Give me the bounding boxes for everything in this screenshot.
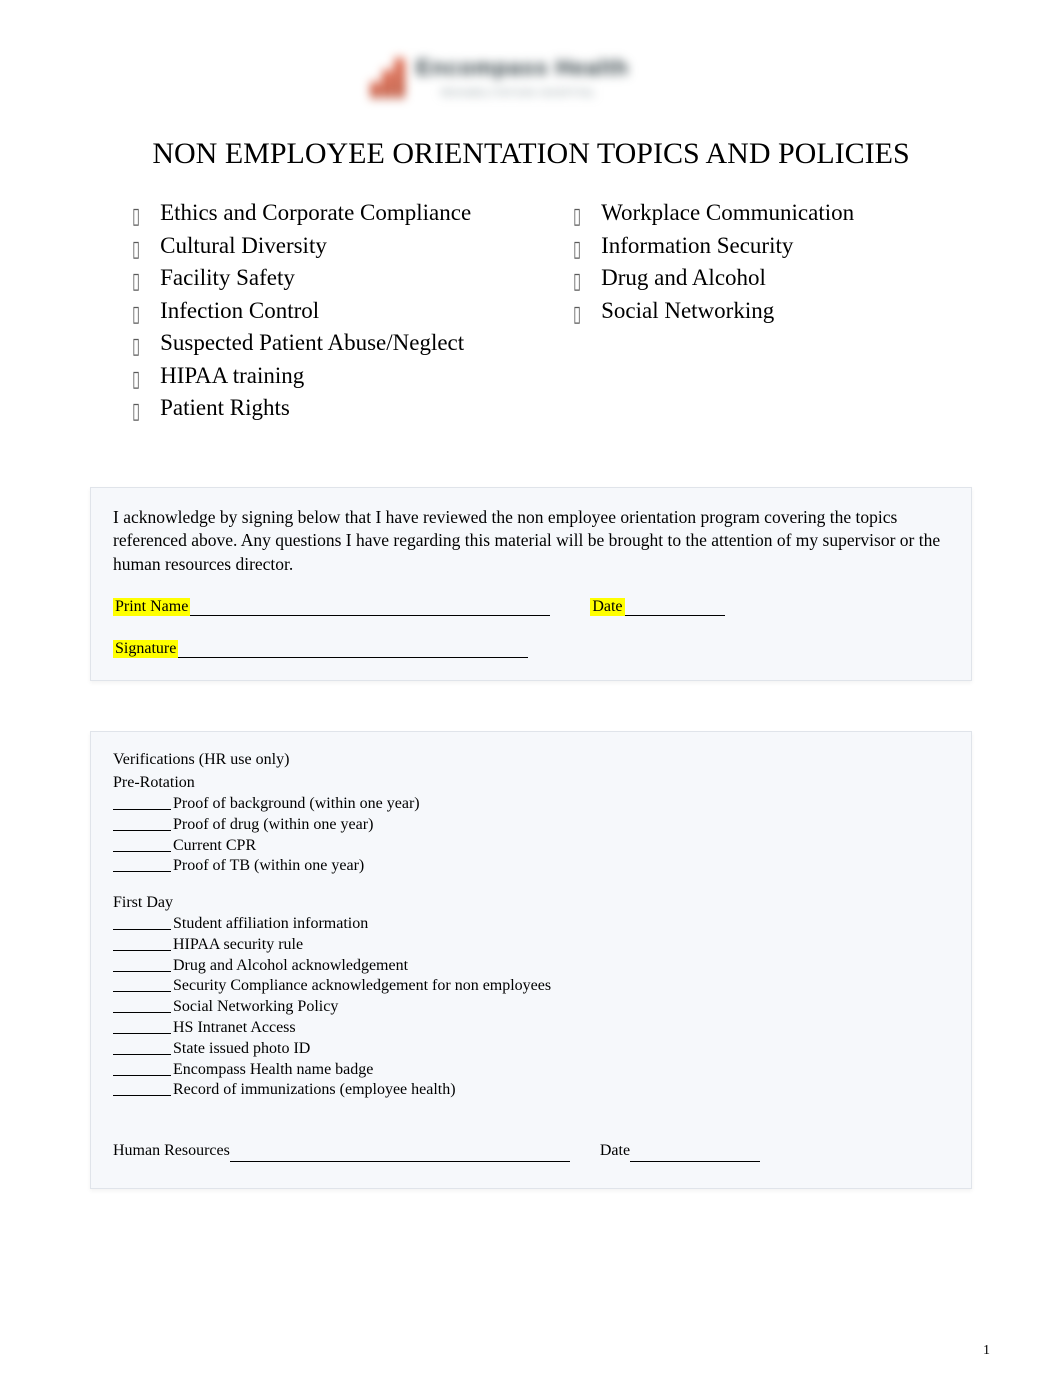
signature-field[interactable]: Signature — [113, 640, 949, 658]
topic-label: Ethics and Corporate Compliance — [160, 199, 471, 228]
verif-item-label: Proof of drug (within one year) — [173, 815, 373, 836]
topic-label: Suspected Patient Abuse/Neglect — [160, 329, 464, 358]
topic-label: HIPAA training — [160, 362, 304, 391]
topic-item: ▯ Information Security — [571, 232, 972, 263]
topic-label: Workplace Communication — [601, 199, 854, 228]
first-day-heading: First Day — [113, 893, 949, 914]
hr-date-label: Date — [600, 1141, 630, 1162]
topic-label: Infection Control — [160, 297, 319, 326]
signature-label: Signature — [113, 640, 178, 658]
verif-item[interactable]: HIPAA security rule — [113, 935, 949, 956]
verif-item-label: Proof of background (within one year) — [173, 794, 420, 815]
verif-item[interactable]: Social Networking Policy — [113, 997, 949, 1018]
hr-label: Human Resources — [113, 1141, 230, 1162]
topic-label: Information Security — [601, 232, 793, 261]
topic-item: ▯ Workplace Communication — [571, 199, 972, 230]
logo-brand-subtext: REHABILITATION HOSPITAL — [441, 88, 596, 99]
verif-item-label: Record of immunizations (employee health… — [173, 1080, 456, 1101]
topics-left-column: ▯ Ethics and Corporate Compliance ▯ Cultur… — [130, 199, 531, 427]
bullet-icon: ▯ — [573, 267, 581, 295]
topic-item: ▯ Ethics and Corporate Compliance — [130, 199, 531, 230]
print-name-date-row: Print Name Date — [113, 598, 949, 616]
logo-mark-icon — [371, 58, 407, 98]
logo-area: Encompass Health REHABILITATION HOSPITAL — [90, 40, 972, 127]
page-title: NON EMPLOYEE ORIENTATION TOPICS AND POLI… — [90, 137, 972, 171]
verif-item[interactable]: Proof of TB (within one year) — [113, 856, 949, 877]
verif-item-label: Security Compliance acknowledgement for … — [173, 976, 551, 997]
bullet-icon: ▯ — [573, 300, 581, 328]
logo-brand-name: Encompass Health — [416, 55, 629, 81]
print-name-label: Print Name — [113, 598, 190, 616]
topic-item: ▯ Drug and Alcohol — [571, 264, 972, 295]
verif-item-label: HIPAA security rule — [173, 935, 303, 956]
acknowledgement-text: I acknowledge by signing below that I ha… — [113, 506, 949, 577]
verifications-box: Verifications (HR use only) Pre-Rotation… — [90, 731, 972, 1189]
topic-label: Drug and Alcohol — [601, 264, 766, 293]
verif-item[interactable]: Encompass Health name badge — [113, 1060, 949, 1081]
verifications-heading: Verifications (HR use only) — [113, 750, 949, 771]
bullet-icon: ▯ — [573, 235, 581, 263]
verif-item-label: Encompass Health name badge — [173, 1060, 373, 1081]
verif-item-label: State issued photo ID — [173, 1039, 310, 1060]
hr-signature-row: Human Resources Date — [113, 1141, 949, 1162]
bullet-icon: ▯ — [132, 397, 140, 425]
topic-item: ▯ Cultural Diversity — [130, 232, 531, 263]
verif-item-label: HS Intranet Access — [173, 1018, 296, 1039]
verif-item[interactable]: Proof of background (within one year) — [113, 794, 949, 815]
bullet-icon: ▯ — [573, 202, 581, 230]
ack-date-label: Date — [590, 598, 624, 616]
print-name-field[interactable]: Print Name — [113, 598, 550, 616]
topic-label: Social Networking — [601, 297, 774, 326]
ack-date-field[interactable]: Date — [590, 598, 724, 616]
verif-item-label: Proof of TB (within one year) — [173, 856, 364, 877]
pre-rotation-heading: Pre-Rotation — [113, 773, 949, 794]
verif-item[interactable]: Record of immunizations (employee health… — [113, 1080, 949, 1101]
verif-item-label: Social Networking Policy — [173, 997, 338, 1018]
topics-right-column: ▯ Workplace Communication ▯ Information Se… — [571, 199, 972, 427]
page-number: 1 — [983, 1343, 990, 1359]
topic-item: ▯ Infection Control — [130, 297, 531, 328]
bullet-icon: ▯ — [132, 300, 140, 328]
topic-label: Facility Safety — [160, 264, 295, 293]
bullet-icon: ▯ — [132, 267, 140, 295]
verif-item[interactable]: Drug and Alcohol acknowledgement — [113, 956, 949, 977]
topic-item: ▯ HIPAA training — [130, 362, 531, 393]
topic-label: Patient Rights — [160, 394, 290, 423]
hr-signature-field[interactable]: Human Resources — [113, 1141, 570, 1162]
verif-item[interactable]: Security Compliance acknowledgement for … — [113, 976, 949, 997]
topic-item: ▯ Facility Safety — [130, 264, 531, 295]
bullet-icon: ▯ — [132, 202, 140, 230]
bullet-icon: ▯ — [132, 235, 140, 263]
topic-item: ▯ Suspected Patient Abuse/Neglect — [130, 329, 531, 360]
topics-columns: ▯ Ethics and Corporate Compliance ▯ Cultur… — [130, 199, 972, 427]
topic-item: ▯ Patient Rights — [130, 394, 531, 425]
verif-item-label: Drug and Alcohol acknowledgement — [173, 956, 408, 977]
company-logo: Encompass Health REHABILITATION HOSPITAL — [351, 40, 711, 122]
verif-item[interactable]: Student affiliation information — [113, 914, 949, 935]
verif-item[interactable]: State issued photo ID — [113, 1039, 949, 1060]
hr-date-field[interactable]: Date — [600, 1141, 760, 1162]
verif-item[interactable]: HS Intranet Access — [113, 1018, 949, 1039]
acknowledgement-box: I acknowledge by signing below that I ha… — [90, 487, 972, 682]
verif-item[interactable]: Current CPR — [113, 836, 949, 857]
bullet-icon: ▯ — [132, 365, 140, 393]
topic-item: ▯ Social Networking — [571, 297, 972, 328]
verif-item-label: Student affiliation information — [173, 914, 368, 935]
topic-label: Cultural Diversity — [160, 232, 327, 261]
verif-item[interactable]: Proof of drug (within one year) — [113, 815, 949, 836]
bullet-icon: ▯ — [132, 332, 140, 360]
verif-item-label: Current CPR — [173, 836, 256, 857]
